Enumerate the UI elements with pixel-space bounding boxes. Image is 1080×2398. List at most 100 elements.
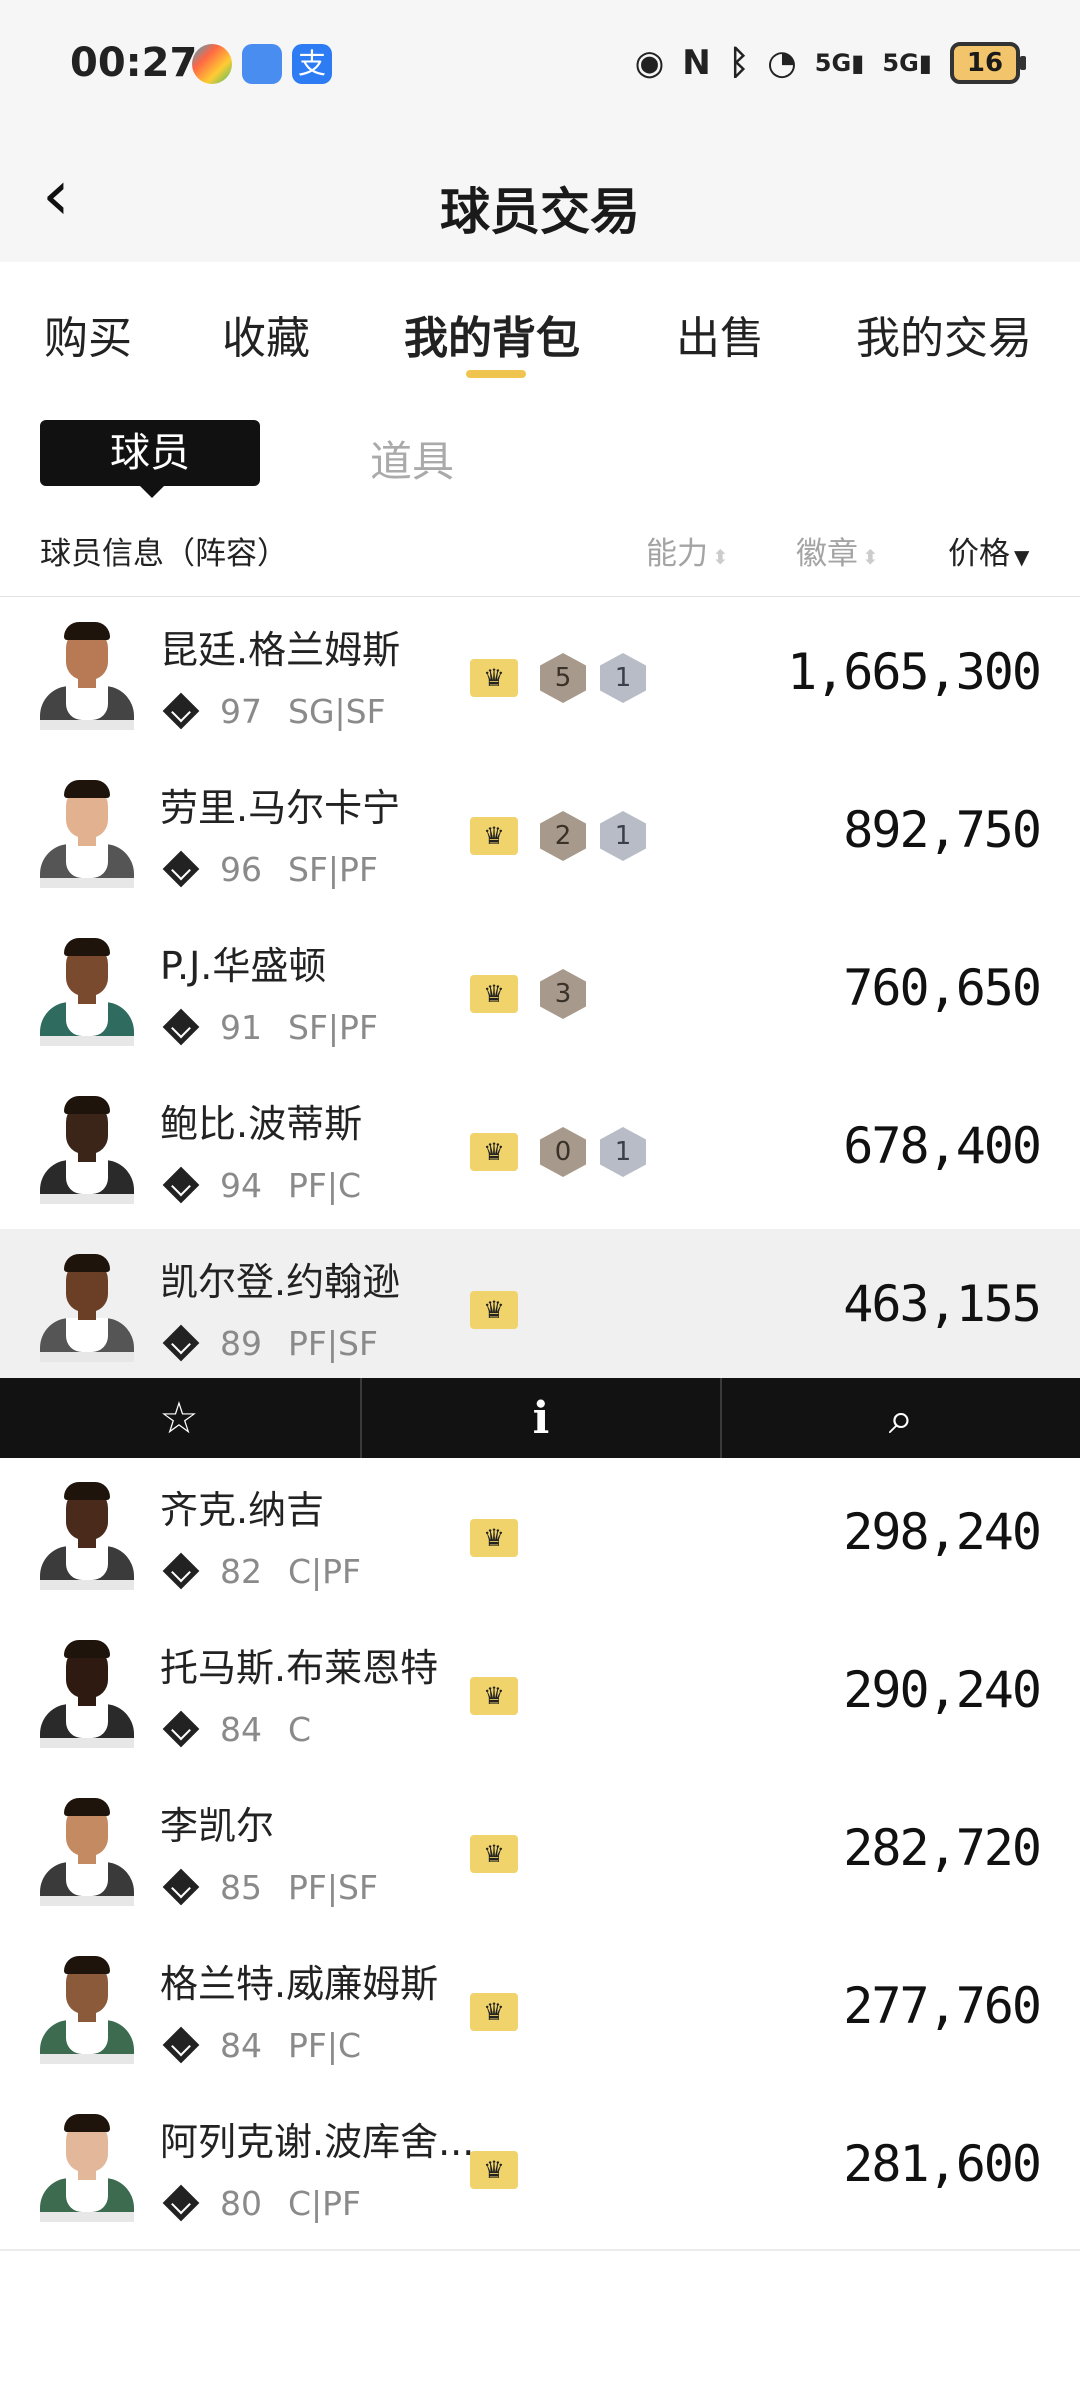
player-row[interactable]: 鲍比.波蒂斯 94 PF|C ♛ 01 678,400 (0, 1071, 1080, 1233)
player-name: P.J.华盛顿 (160, 944, 327, 988)
sort-price[interactable]: 价格 ▼ (948, 528, 1029, 573)
sort-ability-label: 能力 (646, 536, 708, 572)
player-name: 劳里.马尔卡宁 (160, 786, 401, 830)
player-name: 齐克.纳吉 (160, 1488, 325, 1532)
signal-5g-icon: 5G▮ (814, 49, 865, 77)
player-avatar (40, 2114, 134, 2222)
rank-diamond-icon (162, 1008, 200, 1046)
column-player-info: 球员信息（阵容） (40, 536, 288, 572)
player-price: 290,240 (843, 1661, 1042, 1719)
player-rating: 84 (220, 2025, 262, 2065)
page-title: 球员交易 (440, 183, 640, 241)
player-meta: 97 SG|SF (160, 689, 386, 733)
crown-icon: ♛ (470, 1519, 518, 1557)
player-avatar (40, 780, 134, 888)
sort-updown-icon: ⬍ (862, 545, 879, 569)
rank-diamond-icon (162, 1166, 200, 1204)
tab-sell[interactable]: 出售 (676, 302, 764, 366)
rank-diamond-icon (162, 1710, 200, 1748)
player-meta: 91 SF|PF (160, 1005, 378, 1049)
tab-buy[interactable]: 购买 (44, 302, 132, 366)
player-rating: 97 (220, 691, 262, 731)
player-row[interactable]: 阿列克谢.波库舍... 80 C|PF ♛ 281,600 (0, 2089, 1080, 2251)
favorite-button[interactable]: ☆ (0, 1378, 358, 1458)
player-list: 94 SF|PF ♛ 2 2,889,400 昆廷.格兰姆斯 97 SG|SF … (0, 597, 1080, 2398)
player-position: C|PF (288, 1551, 362, 1591)
player-row[interactable]: 李凯尔 85 PF|SF ♛ 282,720 (0, 1773, 1080, 1935)
player-avatar (40, 622, 134, 730)
player-name: 阿列克谢.波库舍... (160, 2120, 475, 2164)
sort-ability[interactable]: 能力 ⬍ (646, 528, 729, 573)
sort-down-icon: ▼ (1014, 545, 1030, 569)
player-meta: 80 C|PF (160, 2181, 361, 2225)
player-name: 昆廷.格兰姆斯 (160, 628, 401, 672)
player-rating: 80 (220, 2183, 262, 2223)
player-position: C|PF (288, 2183, 362, 2223)
search-button[interactable]: ⌕ (720, 1378, 1080, 1458)
player-price: 298,240 (843, 1503, 1042, 1561)
tab-my-backpack[interactable]: 我的背包 (404, 302, 580, 366)
star-icon: ☆ (159, 1392, 199, 1444)
player-name: 凯尔登.约翰逊 (160, 1260, 401, 1304)
player-price: 678,400 (843, 1117, 1042, 1175)
badge-silver: 1 (600, 1127, 646, 1177)
player-rating: 94 (220, 1165, 262, 1205)
alipay-notification-icon: 支 (292, 44, 332, 84)
crown-icon: ♛ (470, 817, 518, 855)
search-icon: ⌕ (888, 1392, 914, 1444)
subtab-players[interactable]: 球员 (40, 420, 260, 486)
info-button[interactable]: i (360, 1378, 720, 1458)
player-position: PF|SF (288, 1867, 378, 1907)
bluetooth-icon: ᛒ (728, 43, 750, 83)
rank-diamond-icon (162, 692, 200, 730)
info-icon: i (532, 1392, 550, 1444)
player-row[interactable]: 劳里.马尔卡宁 96 SF|PF ♛ 21 892,750 (0, 755, 1080, 917)
player-row[interactable]: P.J.华盛顿 91 SF|PF ♛ 3 760,650 (0, 913, 1080, 1075)
player-row[interactable]: 昆廷.格兰姆斯 97 SG|SF ♛ 51 1,665,300 (0, 597, 1080, 759)
player-avatar (40, 1640, 134, 1748)
column-header: 球员信息（阵容） 能力 ⬍ 徽章 ⬍ 价格 ▼ (0, 520, 1080, 598)
sort-updown-icon: ⬍ (712, 545, 729, 569)
row-action-bar: ☆ i ⌕ (0, 1378, 1080, 1458)
player-row[interactable]: 托马斯.布莱恩特 84 C ♛ 290,240 (0, 1615, 1080, 1777)
crown-icon: ♛ (470, 2151, 518, 2189)
app-header: ‹ 球员交易 (0, 130, 1080, 262)
status-bar: 00:27 支 ◉ N ᛒ ◔ 5G▮ 5G▮ 16 (0, 0, 1080, 130)
player-price: 281,600 (843, 2135, 1042, 2193)
subtab-items[interactable]: 道具 (370, 428, 454, 489)
player-meta: 84 C (160, 1707, 311, 1751)
eye-icon: ◉ (634, 43, 665, 83)
player-meta: 84 PF|C (160, 2023, 361, 2067)
player-position: SF|PF (288, 849, 378, 889)
player-position: PF|SF (288, 1323, 378, 1363)
player-avatar (40, 1254, 134, 1362)
active-tab-indicator (466, 370, 526, 378)
player-price: 892,750 (843, 801, 1042, 859)
player-price: 277,760 (843, 1977, 1042, 2035)
player-avatar (40, 1956, 134, 2064)
player-price: 463,155 (843, 1275, 1042, 1333)
crown-icon: ♛ (470, 1677, 518, 1715)
player-row[interactable]: 凯尔登.约翰逊 89 PF|SF ♛ 463,155 (0, 1229, 1080, 1391)
tab-my-trades[interactable]: 我的交易 (856, 302, 1032, 366)
message-notification-icon (242, 44, 282, 84)
crown-icon: ♛ (470, 1993, 518, 2031)
player-position: SF|PF (288, 1007, 378, 1047)
sort-badge[interactable]: 徽章 ⬍ (796, 528, 879, 573)
subtab-pointer (138, 484, 166, 498)
player-row[interactable]: 格兰特.威廉姆斯 84 PF|C ♛ 277,760 (0, 1931, 1080, 2093)
tab-favorites[interactable]: 收藏 (222, 302, 310, 366)
player-meta: 89 PF|SF (160, 1321, 378, 1365)
sort-badge-label: 徽章 (796, 536, 858, 572)
player-meta: 85 PF|SF (160, 1865, 378, 1909)
player-meta: 96 SF|PF (160, 847, 378, 891)
main-tabs: 购买 收藏 我的背包 出售 我的交易 (0, 262, 1080, 392)
rank-diamond-icon (162, 850, 200, 888)
player-rating: 82 (220, 1551, 262, 1591)
badge-silver: 1 (600, 653, 646, 703)
player-rating: 84 (220, 1709, 262, 1749)
player-row[interactable]: 齐克.纳吉 82 C|PF ♛ 298,240 (0, 1457, 1080, 1619)
wifi-icon: ◔ (767, 43, 797, 83)
signal-5g-icon-2: 5G▮ (882, 49, 932, 77)
player-position: PF|C (288, 2025, 362, 2065)
